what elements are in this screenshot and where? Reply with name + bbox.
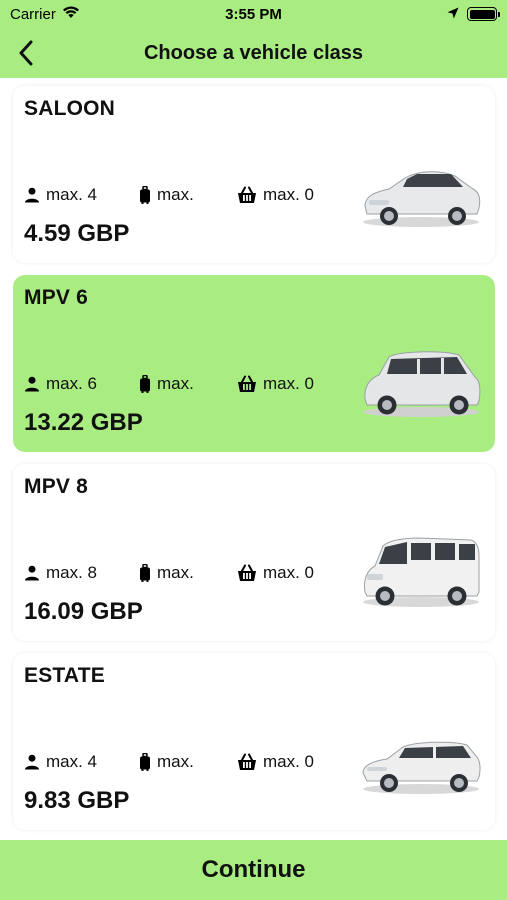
vehicle-specs: max. 6 max. max. 0 bbox=[24, 374, 314, 394]
vehicle-card-mpv-6[interactable]: MPV 6 max. 6 max. max. 0 13.22 GBP bbox=[13, 275, 495, 452]
saloon-car-image bbox=[363, 171, 481, 227]
hand-luggage-value: max. 0 bbox=[263, 374, 315, 393]
mpv-8-van-image bbox=[363, 537, 480, 607]
vehicle-list[interactable]: SALOON max. 4 max. max. 0 4.59 GBP MPV 6… bbox=[0, 78, 507, 840]
continue-label: Continue bbox=[201, 856, 306, 883]
battery-icon bbox=[467, 7, 500, 21]
status-left: Carrier bbox=[10, 5, 80, 23]
hand-luggage-spec: max. 0 bbox=[237, 752, 314, 772]
hand-luggage-spec: max. 0 bbox=[237, 563, 314, 583]
vehicle-name: SALOON bbox=[24, 97, 116, 120]
price: 13.22 GBP bbox=[24, 409, 143, 436]
location-arrow-icon bbox=[447, 6, 459, 23]
person-icon bbox=[25, 565, 39, 581]
hand-luggage-spec: max. 0 bbox=[237, 185, 314, 205]
luggage-spec: max. bbox=[139, 185, 237, 205]
mpv-6-car-image bbox=[363, 351, 481, 417]
suitcase-icon bbox=[140, 753, 150, 771]
vehicle-card-saloon[interactable]: SALOON max. 4 max. max. 0 4.59 GBP bbox=[13, 86, 495, 263]
vehicle-name: MPV 6 bbox=[24, 286, 89, 309]
person-icon bbox=[25, 187, 39, 203]
vehicle-specs: max. 4 max. max. 0 bbox=[24, 185, 314, 205]
shopping-basket-icon bbox=[238, 564, 256, 581]
shopping-basket-icon bbox=[238, 375, 256, 392]
vehicle-specs: max. 8 max. max. 0 bbox=[24, 563, 314, 583]
passengers-spec: max. 4 bbox=[24, 752, 139, 772]
vehicle-card-mpv-8[interactable]: MPV 8 max. 8 max. max. 0 16.09 GBP bbox=[13, 464, 495, 641]
suitcase-icon bbox=[140, 375, 150, 393]
wifi-icon bbox=[62, 5, 80, 23]
passengers-value: max. 8 bbox=[46, 563, 98, 582]
suitcase-icon bbox=[140, 186, 150, 204]
vehicle-specs: max. 4 max. max. 0 bbox=[24, 752, 314, 772]
person-icon bbox=[25, 754, 39, 770]
hand-luggage-spec: max. 0 bbox=[237, 374, 314, 394]
chevron-left-icon bbox=[19, 40, 33, 66]
nav-bar: Choose a vehicle class bbox=[0, 28, 507, 78]
back-button[interactable] bbox=[10, 36, 42, 70]
page-title: Choose a vehicle class bbox=[143, 41, 363, 64]
price: 9.83 GBP bbox=[24, 787, 130, 814]
luggage-value: max. bbox=[157, 563, 194, 582]
vehicle-card-estate[interactable]: ESTATE max. 4 max. max. 0 9.83 GBP bbox=[13, 653, 495, 830]
shopping-basket-icon bbox=[238, 753, 256, 770]
luggage-spec: max. bbox=[139, 752, 237, 772]
status-right bbox=[447, 6, 500, 23]
luggage-value: max. bbox=[157, 752, 194, 771]
estate-car-image bbox=[362, 741, 481, 794]
price: 4.59 GBP bbox=[24, 220, 130, 247]
hand-luggage-value: max. 0 bbox=[263, 563, 315, 582]
hand-luggage-value: max. 0 bbox=[263, 752, 315, 771]
price: 16.09 GBP bbox=[24, 598, 143, 625]
passengers-value: max. 4 bbox=[46, 752, 98, 771]
vehicle-name: MPV 8 bbox=[24, 475, 89, 498]
hand-luggage-value: max. 0 bbox=[263, 185, 315, 204]
luggage-value: max. bbox=[157, 185, 194, 204]
passengers-spec: max. 6 bbox=[24, 374, 139, 394]
suitcase-icon bbox=[140, 564, 150, 582]
status-bar: Carrier 3:55 PM bbox=[0, 0, 507, 28]
vehicle-name: ESTATE bbox=[24, 664, 105, 687]
person-icon bbox=[25, 376, 39, 392]
passengers-spec: max. 8 bbox=[24, 563, 139, 583]
luggage-value: max. bbox=[157, 374, 194, 393]
passengers-value: max. 6 bbox=[46, 374, 98, 393]
luggage-spec: max. bbox=[139, 374, 237, 394]
shopping-basket-icon bbox=[238, 186, 256, 203]
continue-button[interactable]: Continue bbox=[0, 840, 507, 900]
passengers-value: max. 4 bbox=[46, 185, 98, 204]
passengers-spec: max. 4 bbox=[24, 185, 139, 205]
carrier-label: Carrier bbox=[10, 5, 56, 23]
luggage-spec: max. bbox=[139, 563, 237, 583]
